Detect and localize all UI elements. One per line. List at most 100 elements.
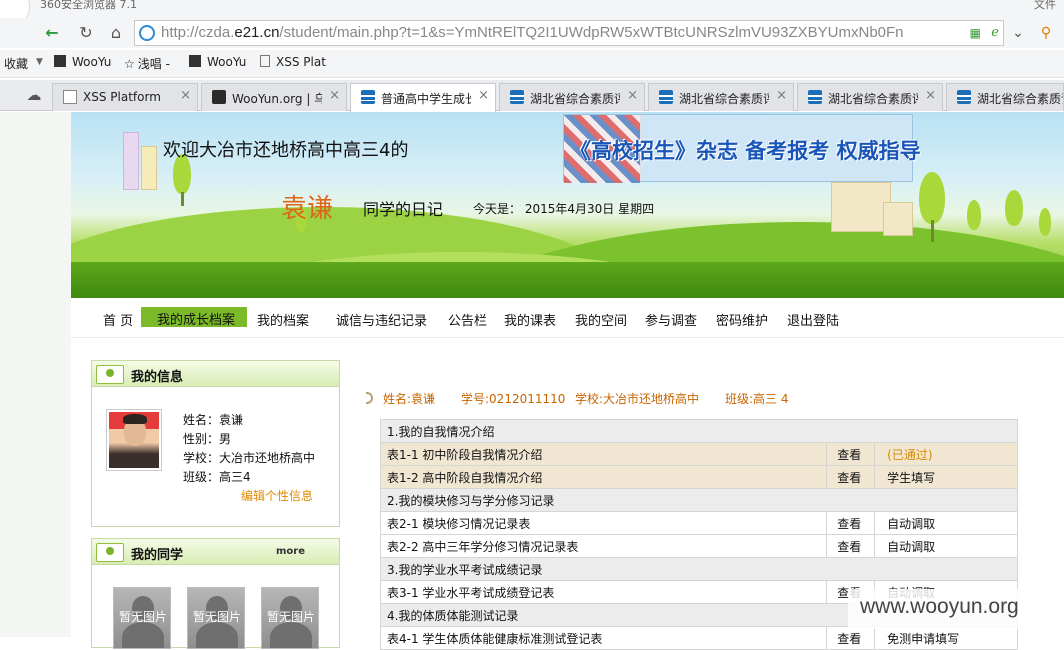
section-title: 2.我的模块修习与学分修习记录 <box>380 488 1018 512</box>
view-link[interactable]: 查看 <box>826 511 876 535</box>
picture-icon <box>96 543 124 562</box>
home-button[interactable]: ⌂ <box>104 21 128 45</box>
site-logo-icon <box>808 90 822 104</box>
back-button[interactable]: ← <box>40 21 64 45</box>
tab-wooyun[interactable]: WooYun.org | 乌云 × <box>201 83 347 111</box>
today-date: 今天是： 2015年4月30日 星期四 <box>473 202 655 216</box>
close-icon[interactable]: × <box>925 88 936 103</box>
classmates-panel: 我的同学 more 暂无图片 暂无图片 暂无图片 <box>91 538 340 649</box>
diary-label: 同学的日记 <box>363 200 444 219</box>
edit-profile-link[interactable]: 编辑个性信息 <box>241 487 313 504</box>
summary-student-id: 学号:0212011110 <box>461 392 566 406</box>
main-menu: 首 页 我的成长档案 我的档案 诚信与违纪记录 公告栏 我的课表 我的空间 参与… <box>71 298 1064 338</box>
tab-hubei-3[interactable]: 湖北省综合素质评 × <box>797 83 943 111</box>
tab-growth-record[interactable]: 普通高中学生成长 × <box>350 83 496 112</box>
table-row: 表2-1 模块修习情况记录表 查看 自动调取 <box>379 511 1018 535</box>
summary-class: 班级:高三 4 <box>725 392 789 406</box>
classmate-photo[interactable]: 暂无图片 <box>113 587 171 649</box>
close-icon[interactable]: × <box>180 88 191 103</box>
menu-logout[interactable]: 退出登陆 <box>787 310 839 329</box>
site-logo-icon <box>510 90 524 104</box>
my-info-panel: 我的信息 姓名：袁谦 性别：男 学校：大冶市还地桥高中 班级：高三4 编辑个性信… <box>91 360 340 527</box>
view-link[interactable]: 查看 <box>826 626 876 650</box>
close-icon[interactable]: × <box>478 88 489 103</box>
caret-down-icon[interactable]: ▼ <box>36 57 43 67</box>
banner-grass <box>71 262 1064 298</box>
browser-title-bar: 360安全浏览器 7.1 文件 <box>0 0 1064 18</box>
banner-tree-trunk <box>181 192 184 206</box>
menu-integrity-record[interactable]: 诚信与违纪记录 <box>336 310 427 329</box>
leaf-icon[interactable]: ℯ <box>991 25 999 40</box>
menu-bulletin[interactable]: 公告栏 <box>448 310 487 329</box>
table-row: 表2-2 高中三年学分修习情况记录表 查看 自动调取 <box>379 534 1018 558</box>
menu-my-archive[interactable]: 我的档案 <box>257 310 309 329</box>
record-status[interactable]: 免测申请填写 <box>874 626 1018 650</box>
menu-password[interactable]: 密码维护 <box>716 310 768 329</box>
refresh-button[interactable]: ↻ <box>74 21 98 45</box>
chevron-down-icon[interactable]: ⌄ <box>1006 21 1030 45</box>
qr-code-icon[interactable]: ▦ <box>970 26 981 40</box>
my-info-title: 我的信息 <box>131 370 184 385</box>
tab-hubei-2[interactable]: 湖北省综合素质评 × <box>648 83 794 111</box>
classmate-photo[interactable]: 暂无图片 <box>187 587 245 649</box>
favorites-menu[interactable]: 收藏 <box>4 55 28 72</box>
app-title: 360安全浏览器 7.1 <box>40 0 137 11</box>
arrow-icon <box>366 392 373 404</box>
classmates-header: 我的同学 more <box>92 539 339 565</box>
record-name: 表2-1 模块修习情况记录表 <box>379 511 828 535</box>
menu-my-space[interactable]: 我的空间 <box>575 310 627 329</box>
wooyun-icon <box>212 90 226 104</box>
site-logo-icon <box>361 90 375 104</box>
my-info-header: 我的信息 <box>92 361 339 387</box>
address-bar[interactable]: http://czda.e21.cn/student/main.php?t=1&… <box>134 20 1004 46</box>
page-left-margin <box>0 112 71 637</box>
view-link[interactable]: 查看 <box>826 465 876 489</box>
classmates-title: 我的同学 <box>131 548 184 563</box>
student-photo <box>106 409 162 471</box>
close-icon[interactable]: × <box>329 88 340 103</box>
bookmark-wooyun-1[interactable]: WooYu <box>54 55 111 69</box>
banner-building <box>123 132 139 190</box>
close-icon[interactable]: × <box>776 88 787 103</box>
ad-text: 《高校招生》杂志 备考报考 权威指导 <box>570 139 921 163</box>
summary-name: 姓名:袁谦 <box>383 392 436 406</box>
more-link[interactable]: more <box>276 546 305 557</box>
tab-xss-platform[interactable]: XSS Platform × <box>52 83 198 111</box>
cloud-icon[interactable]: ☁ <box>22 83 46 107</box>
table-row: 表1-2 高中阶段自我情况介绍 查看 学生填写 <box>379 465 1018 489</box>
menu-survey[interactable]: 参与调查 <box>645 310 697 329</box>
ad-banner[interactable]: 《高校招生》杂志 备考报考 权威指导 <box>563 114 921 183</box>
search-icon[interactable]: ⚲ <box>1034 21 1058 45</box>
info-name: 姓名：袁谦 <box>183 413 244 427</box>
banner-tree <box>1039 208 1051 236</box>
info-gender: 性别：男 <box>183 432 232 446</box>
bookmark-qianchang[interactable]: ☆ 浅唱 - <box>124 55 170 72</box>
picture-icon <box>96 365 124 384</box>
tab-hubei-4[interactable]: 湖北省综合素质评 <box>946 83 1064 111</box>
menu-home[interactable]: 首 页 <box>103 310 133 329</box>
record-name: 表1-1 初中阶段自我情况介绍 <box>379 442 828 466</box>
no-image-label: 暂无图片 <box>192 610 241 624</box>
record-name: 表2-2 高中三年学分修习情况记录表 <box>379 534 828 558</box>
tab-hubei-1[interactable]: 湖北省综合素质评 × <box>499 83 645 111</box>
bookmark-wooyun-2[interactable]: WooYu <box>189 55 246 69</box>
view-link[interactable]: 查看 <box>826 442 876 466</box>
classmate-photo[interactable]: 暂无图片 <box>261 587 319 649</box>
menu-schedule[interactable]: 我的课表 <box>504 310 556 329</box>
record-status: 自动调取 <box>874 534 1018 558</box>
bookmark-xss-platform[interactable]: XSS Plat <box>260 55 326 69</box>
file-menu[interactable]: 文件 <box>1034 0 1056 12</box>
menu-growth-archive[interactable]: 我的成长档案 <box>141 307 248 328</box>
site-logo-icon <box>659 90 673 104</box>
record-name: 表4-1 学生体质体能健康标准测试登记表 <box>379 626 828 650</box>
web-page: 欢迎大冶市还地桥高中高三4的 《高校招生》杂志 备考报考 权威指导 袁谦 同学的… <box>0 112 1064 650</box>
record-status[interactable]: 学生填写 <box>874 465 1018 489</box>
bookmarks-bar: 收藏 ▼ WooYu ☆ 浅唱 - WooYu XSS Plat <box>0 50 1064 78</box>
record-name: 表1-2 高中阶段自我情况介绍 <box>379 465 828 489</box>
view-link[interactable]: 查看 <box>826 534 876 558</box>
info-school: 学校：大冶市还地桥高中 <box>183 451 316 465</box>
close-icon[interactable]: × <box>627 88 638 103</box>
header-banner: 欢迎大冶市还地桥高中高三4的 《高校招生》杂志 备考报考 权威指导 袁谦 同学的… <box>71 112 1064 298</box>
site-logo-icon <box>957 90 971 104</box>
record-status: (已通过) <box>874 442 1018 466</box>
